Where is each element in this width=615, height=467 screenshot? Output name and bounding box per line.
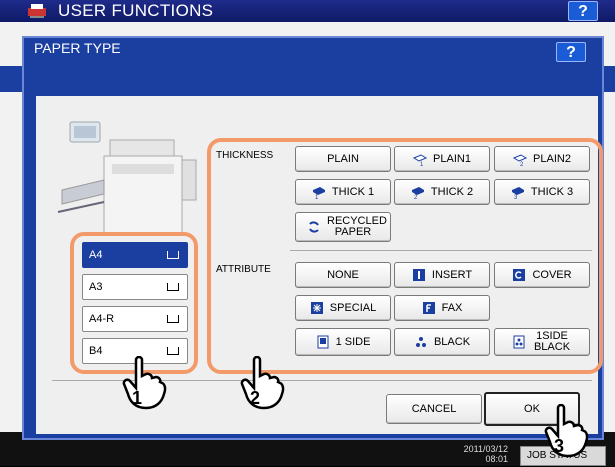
special-button[interactable]: SPECIAL — [295, 295, 391, 321]
tray-icon — [167, 315, 179, 323]
paper-size-a3[interactable]: A3 — [82, 274, 188, 300]
tray-icon — [167, 347, 179, 355]
one-side-black-button[interactable]: 1SIDE BLACK — [494, 328, 590, 356]
svg-text:2: 2 — [520, 162, 524, 166]
hand-pointer-icon: 1 — [118, 355, 170, 414]
paper-size-label: A3 — [89, 281, 103, 293]
app-help-button[interactable]: ? — [568, 1, 598, 21]
paper-size-label: A4-R — [89, 313, 115, 325]
thick1-icon: 1 — [312, 185, 326, 199]
svg-text:2: 2 — [414, 195, 418, 199]
thick2-button[interactable]: 2 THICK 2 — [394, 179, 490, 205]
hand-pointer-icon: 2 — [236, 355, 288, 414]
callout-number: 1 — [132, 388, 142, 408]
none-button[interactable]: NONE — [295, 262, 391, 288]
black-icon — [414, 335, 428, 349]
user-functions-icon — [26, 3, 48, 19]
tray-icon — [167, 251, 179, 259]
paper-size-a4-r[interactable]: A4-R — [82, 306, 188, 332]
plain2-button[interactable]: 2 PLAIN2 — [494, 146, 590, 172]
app-title: USER FUNCTIONS — [58, 1, 214, 20]
fax-button[interactable]: FAX — [394, 295, 490, 321]
insert-icon — [412, 268, 426, 282]
thickness-label: THICKNESS — [216, 150, 274, 161]
plain2-icon: 2 — [513, 152, 528, 166]
paper-size-label: A4 — [89, 249, 103, 261]
fax-icon — [422, 301, 436, 315]
hand-pointer-icon: 3 — [540, 403, 592, 462]
dialog-header-strip — [36, 68, 598, 96]
paper-size-a4[interactable]: A4 — [82, 242, 188, 268]
special-icon — [310, 301, 324, 315]
one-side-icon — [316, 335, 330, 349]
cancel-button[interactable]: CANCEL — [386, 394, 482, 424]
clock-date: 2011/03/12 — [463, 444, 508, 454]
dialog-help-button[interactable]: ? — [556, 42, 586, 62]
thick2-icon: 2 — [411, 185, 425, 199]
callout-number: 3 — [554, 436, 564, 456]
svg-text:1: 1 — [315, 195, 319, 199]
dialog-title: PAPER TYPE — [34, 40, 121, 56]
tray-icon — [167, 283, 179, 291]
one-side-button[interactable]: 1 SIDE — [295, 328, 391, 356]
svg-text:3: 3 — [514, 195, 518, 199]
insert-button[interactable]: INSERT — [394, 262, 490, 288]
plain-button[interactable]: PLAIN — [295, 146, 391, 172]
recycled-paper-button[interactable]: RECYCLED PAPER — [295, 212, 391, 242]
callout-number: 2 — [250, 388, 260, 408]
one-side-black-icon — [512, 335, 526, 349]
plain1-icon: 1 — [413, 152, 428, 166]
black-button[interactable]: BLACK — [394, 328, 490, 356]
recycle-icon — [307, 220, 321, 234]
attribute-label: ATTRIBUTE — [216, 264, 271, 275]
thick3-button[interactable]: 3 THICK 3 — [494, 179, 590, 205]
cover-button[interactable]: COVER — [494, 262, 590, 288]
copier-illustration — [52, 120, 202, 240]
clock-time: 08:01 — [485, 454, 508, 464]
section-divider — [290, 250, 592, 251]
paper-size-label: B4 — [89, 345, 103, 357]
cover-icon — [512, 268, 526, 282]
plain1-button[interactable]: 1 PLAIN1 — [394, 146, 490, 172]
svg-text:1: 1 — [420, 162, 424, 166]
thick1-button[interactable]: 1 THICK 1 — [295, 179, 391, 205]
clock: 2011/03/12 08:01 — [448, 444, 508, 464]
thick3-icon: 3 — [511, 185, 525, 199]
